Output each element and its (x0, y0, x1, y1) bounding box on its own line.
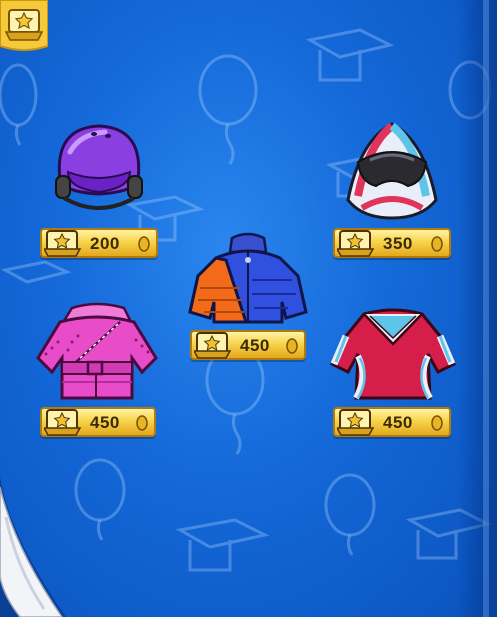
coin-icon (431, 415, 443, 431)
coin-icon (138, 236, 150, 252)
ski-mask-icon (346, 122, 438, 220)
purple-helmet-price-tag[interactable]: 200 (40, 228, 158, 258)
puffer-jacket-icon (188, 232, 308, 324)
member-badge-icon (337, 230, 375, 257)
red-ski-suit-icon (329, 308, 457, 400)
page-edge-shadow (457, 0, 497, 617)
coin-icon (136, 415, 148, 431)
pink-snowsuit-icon (36, 302, 158, 400)
purple-helmet-item[interactable] (50, 122, 148, 218)
pink-snowsuit-price-tag[interactable]: 450 (40, 407, 156, 437)
page-curl-button[interactable] (0, 477, 70, 617)
member-badge-icon (337, 409, 375, 436)
price-amount: 450 (240, 336, 270, 355)
price-amount: 450 (90, 413, 120, 432)
red-ski-suit-price-tag[interactable]: 450 (333, 407, 451, 437)
price-amount: 200 (90, 234, 120, 253)
ski-mask-price-tag[interactable]: 350 (333, 228, 451, 258)
member-badge-icon (44, 230, 82, 257)
puffer-jacket-price-tag[interactable]: 450 (190, 330, 306, 360)
member-badge-icon (194, 332, 232, 359)
pink-snowsuit-item[interactable] (32, 302, 162, 402)
puffer-jacket-item[interactable] (186, 230, 310, 326)
member-star-badge-icon (0, 0, 49, 54)
catalog-page: 200 350 450 450 450 (0, 0, 497, 617)
ski-mask-item[interactable] (342, 120, 442, 220)
page-edge-highlight (483, 0, 489, 617)
coin-icon (286, 338, 298, 354)
member-badge-icon (44, 409, 82, 436)
price-amount: 450 (383, 413, 413, 432)
purple-helmet-icon (55, 124, 143, 210)
coin-icon (431, 236, 443, 252)
price-amount: 350 (383, 234, 413, 253)
red-ski-suit-item[interactable] (328, 306, 458, 404)
